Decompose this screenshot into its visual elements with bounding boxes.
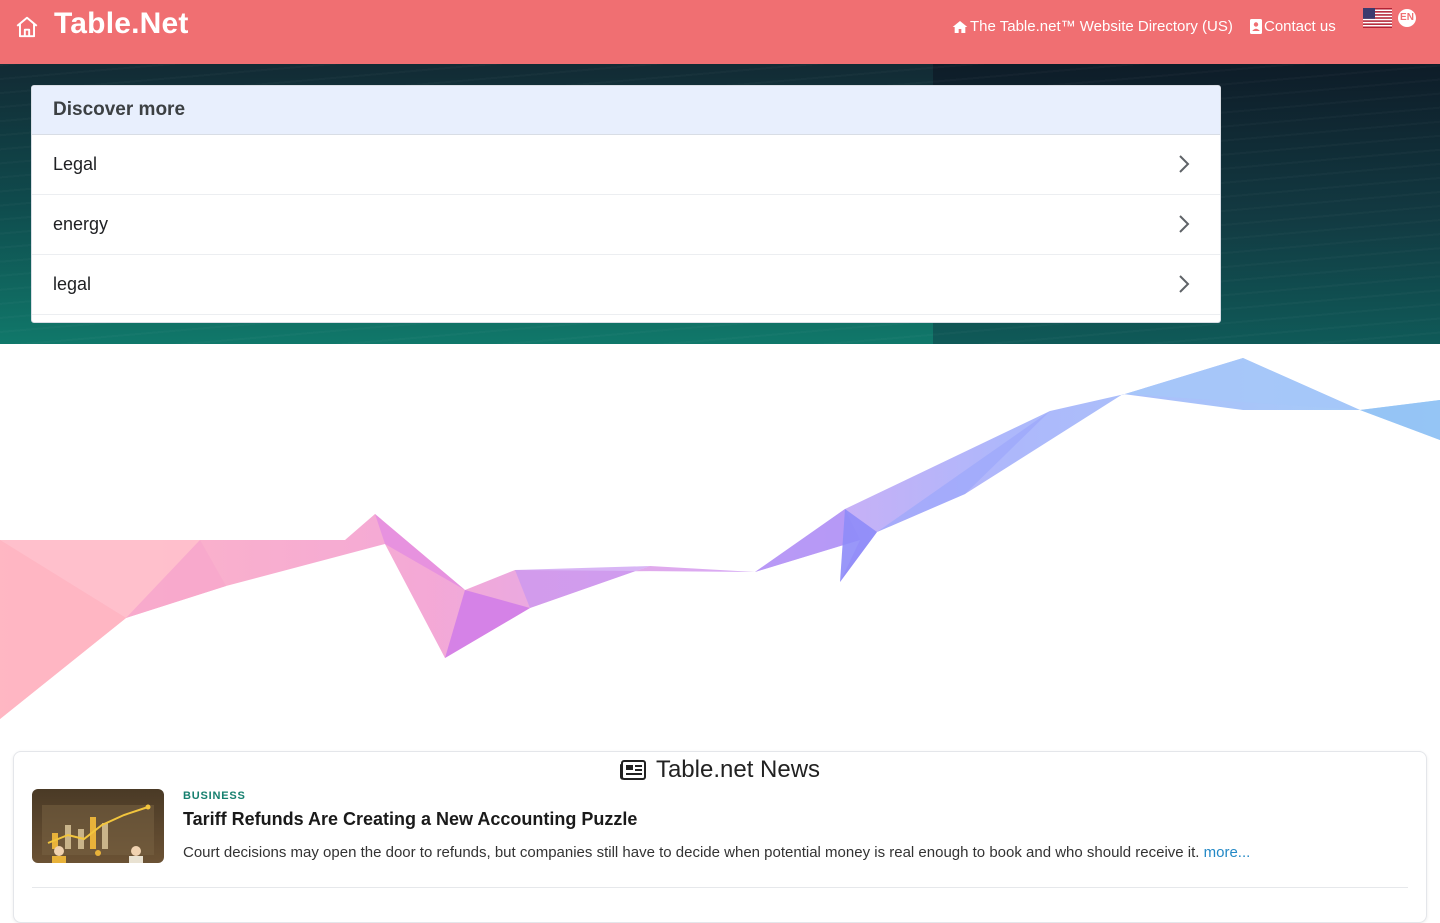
news-section-title: Table.net News [655,756,821,783]
news-section-heading: Table.net News [14,756,1426,784]
brand-logo-link[interactable]: Table.Net [54,7,189,41]
article-more-link[interactable]: more... [1204,844,1251,861]
contact-card-icon [1250,19,1262,34]
discover-item-legal[interactable]: Legal [32,135,1220,195]
news-section: Table.net News BUSINESS Tariff Refunds A… [13,751,1427,923]
discover-item-label: legal [53,274,92,294]
article-category: BUSINESS [183,790,246,802]
language-code: EN [1400,12,1414,23]
contact-us-link[interactable]: Contact us [1250,18,1336,35]
us-flag-icon[interactable] [1363,8,1392,28]
website-directory-label: The Table.net™ Website Directory (US) [970,18,1233,35]
discover-item-label: energy [53,214,109,234]
website-directory-link[interactable]: The Table.net™ Website Directory (US) [952,18,1233,35]
language-selector[interactable]: EN [1398,9,1416,27]
article-thumbnail[interactable] [32,789,164,863]
discover-item-legal-lowercase[interactable]: legal [32,255,1220,315]
article-headline-link[interactable]: Tariff Refunds Are Creating a New Accoun… [183,809,637,830]
chevron-right-icon [1179,215,1190,233]
decorative-ribbon-graphic [0,358,1440,719]
chevron-right-icon [1179,155,1190,173]
chevron-right-icon [1179,275,1190,293]
discover-item-label: Legal [53,154,98,174]
discover-more-card: Discover more Legal energy legal [31,85,1221,323]
top-navigation-bar: Table.Net The Table.net™ Website Directo… [0,0,1440,64]
article-thumbnail-image [32,789,164,863]
discover-more-title: Discover more [32,86,1220,135]
house-icon [952,20,968,33]
news-divider [32,887,1408,888]
article-summary: Court decisions may open the door to ref… [183,844,1250,861]
discover-item-energy[interactable]: energy [32,195,1220,255]
newspaper-icon [619,760,646,780]
contact-us-label: Contact us [1264,18,1336,35]
article-summary-text: Court decisions may open the door to ref… [183,844,1200,861]
home-icon[interactable] [14,14,40,40]
